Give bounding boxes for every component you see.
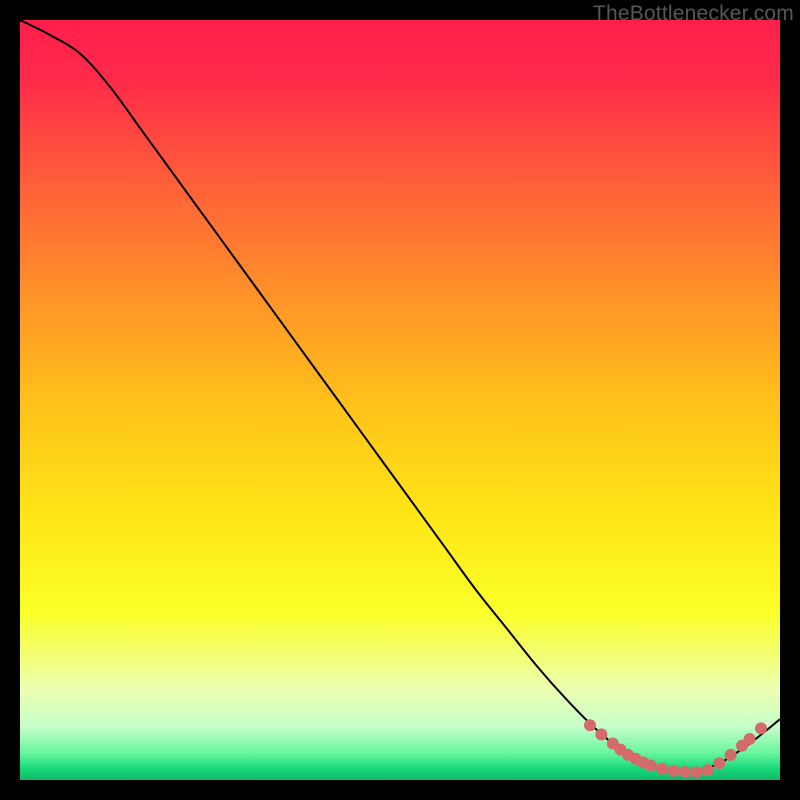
chart-stage: TheBottlenecker.com xyxy=(0,0,800,800)
watermark-text: TheBottlenecker.com xyxy=(593,2,794,26)
heat-gradient xyxy=(20,20,780,780)
plot-area xyxy=(20,20,780,780)
